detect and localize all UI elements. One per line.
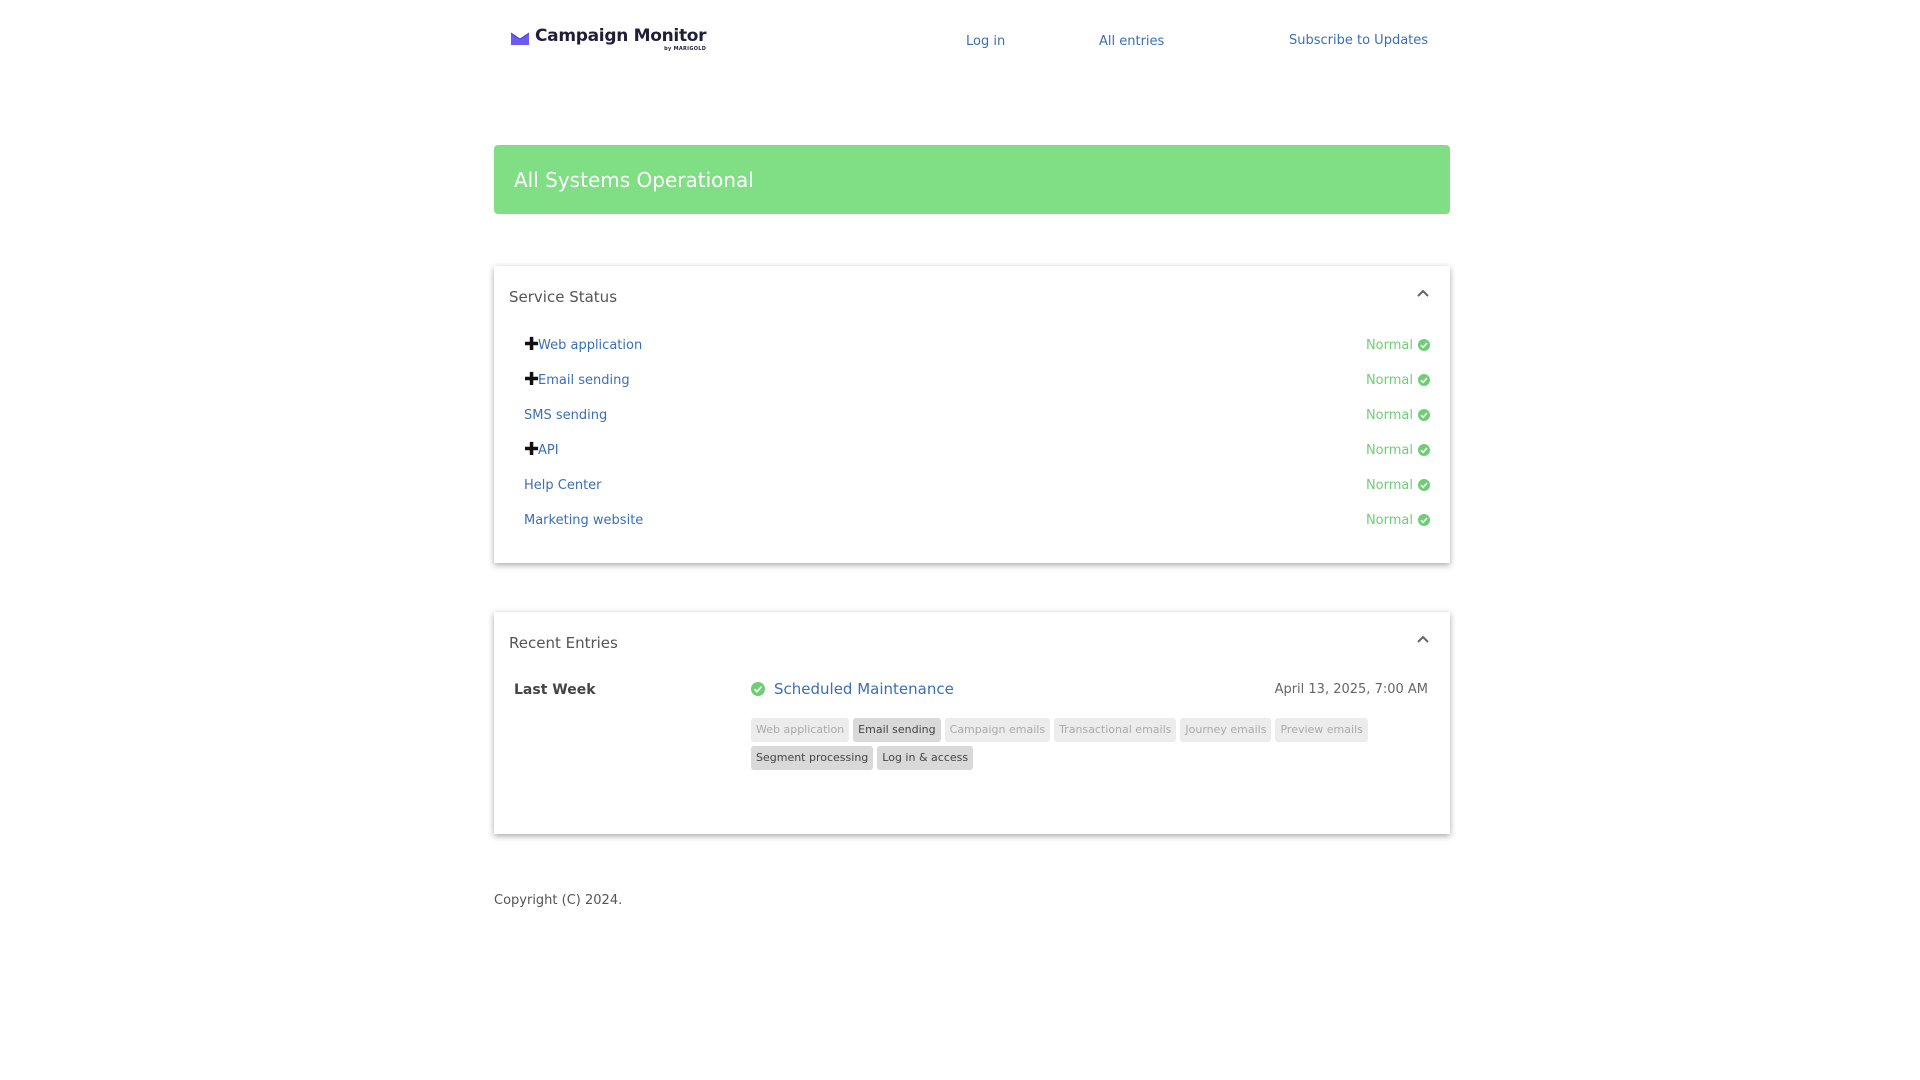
service-name[interactable]: Email sending <box>538 373 630 388</box>
logo-sub: by MARIGOLD <box>664 46 707 52</box>
component-tag: Segment processing <box>751 746 874 770</box>
component-tag: Web application <box>751 718 850 742</box>
service-name[interactable]: API <box>538 443 559 458</box>
service-name[interactable]: Marketing website <box>524 513 643 528</box>
all-entries-link[interactable]: All entries <box>1099 34 1164 49</box>
service-status: Normal <box>1366 373 1430 388</box>
status-text: Normal <box>1365 337 1413 353</box>
status-text: Normal <box>1365 407 1413 423</box>
copyright: Copyright (C) 2024. <box>494 893 623 908</box>
logo[interactable]: Campaign Monitor by MARIGOLD <box>511 26 707 52</box>
chevron-up-icon[interactable] <box>1416 634 1430 644</box>
component-tag: Campaign emails <box>944 718 1051 742</box>
service-row: ✚ Email sending Normal <box>524 370 1430 390</box>
chevron-up-icon[interactable] <box>1416 288 1430 298</box>
service-row: ✚ API Normal <box>524 440 1430 460</box>
check-circle-icon <box>1418 374 1430 386</box>
status-text: Normal <box>1365 512 1413 528</box>
service-row: Marketing website Normal <box>524 510 1430 530</box>
affected-components: Web application Email sending Campaign e… <box>751 718 1371 770</box>
check-circle-icon <box>1418 444 1430 456</box>
logo-name: Campaign Monitor <box>535 26 707 46</box>
service-status: Normal <box>1366 338 1430 353</box>
check-circle-icon <box>1418 409 1430 421</box>
service-status-title: Service Status <box>509 288 618 306</box>
service-status: Normal <box>1366 478 1430 493</box>
service-status: Normal <box>1366 408 1430 423</box>
status-text: Normal <box>1365 372 1413 388</box>
subscribe-link[interactable]: Subscribe to Updates <box>1289 33 1428 48</box>
check-circle-icon <box>1418 514 1430 526</box>
service-status-card: Service Status ✚ Web application Normal … <box>494 266 1450 563</box>
service-status: Normal <box>1366 513 1430 528</box>
component-tag: Preview emails <box>1275 718 1368 742</box>
entry-period: Last Week <box>514 682 596 698</box>
recent-entries-card: Recent Entries Last Week Scheduled Maint… <box>494 612 1450 834</box>
entry-title-link[interactable]: Scheduled Maintenance <box>774 680 954 698</box>
service-name[interactable]: Web application <box>538 338 642 353</box>
service-name[interactable]: Help Center <box>524 478 602 493</box>
entry-date: April 13, 2025, 7:00 AM <box>1274 682 1428 697</box>
component-tag: Log in & access <box>877 746 974 770</box>
status-text: Normal <box>1365 477 1413 493</box>
campaign-monitor-logo-icon <box>511 32 529 45</box>
status-page: Campaign Monitor by MARIGOLD Log in All … <box>0 0 1920 1080</box>
service-name[interactable]: SMS sending <box>524 408 607 423</box>
status-banner: All Systems Operational <box>494 145 1450 214</box>
service-status: Normal <box>1366 443 1430 458</box>
service-row: Help Center Normal <box>524 475 1430 495</box>
service-row: SMS sending Normal <box>524 405 1430 425</box>
header: Campaign Monitor by MARIGOLD Log in All … <box>0 0 1920 90</box>
expand-plus-icon[interactable]: ✚ <box>524 371 539 389</box>
component-tag: Journey emails <box>1180 718 1272 742</box>
expand-plus-icon[interactable]: ✚ <box>524 336 539 354</box>
component-tag: Email sending <box>853 718 941 742</box>
login-link[interactable]: Log in <box>966 34 1005 49</box>
check-circle-icon <box>1418 479 1430 491</box>
check-circle-icon <box>1418 339 1430 351</box>
expand-plus-icon[interactable]: ✚ <box>524 441 539 459</box>
banner-text: All Systems Operational <box>514 167 754 192</box>
recent-entries-title: Recent Entries <box>509 634 618 652</box>
status-text: Normal <box>1365 442 1413 458</box>
service-row: ✚ Web application Normal <box>524 335 1430 355</box>
component-tag: Transactional emails <box>1054 718 1177 742</box>
check-circle-icon <box>751 682 765 696</box>
